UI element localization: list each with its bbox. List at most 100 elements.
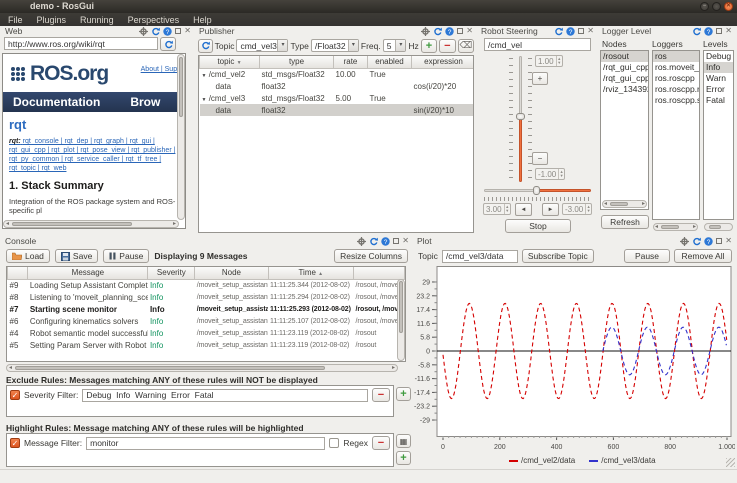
col-topics[interactable] xyxy=(354,267,405,279)
float-icon[interactable] xyxy=(716,28,722,34)
remove-publisher-button[interactable]: − xyxy=(439,39,455,53)
angular-right-button[interactable]: ► xyxy=(542,203,559,216)
severity-filter-input[interactable] xyxy=(82,389,368,402)
reload-icon[interactable] xyxy=(692,27,701,36)
package-links[interactable]: rqt: rqt_console | rqt_dep | rqt_graph |… xyxy=(9,137,179,173)
dock-close-icon[interactable]: ✕ xyxy=(402,237,409,245)
table-row[interactable]: #5Setting Param Server with Robot Seman.… xyxy=(8,339,405,351)
list-item[interactable]: Error xyxy=(704,84,733,95)
console-vertical-scrollbar[interactable] xyxy=(397,279,405,361)
message-filter-input[interactable] xyxy=(86,437,325,450)
reload-icon[interactable] xyxy=(151,27,160,36)
linear-max-spinbox[interactable]: 1.00▲▼ xyxy=(535,55,563,67)
list-item[interactable]: Fatal xyxy=(704,95,733,106)
expander-icon[interactable]: ▼ xyxy=(202,97,207,103)
minimize-button[interactable]: − xyxy=(700,2,709,11)
dock-close-icon[interactable]: ✕ xyxy=(184,27,191,35)
col-node[interactable]: Node xyxy=(195,267,268,279)
plot-pause-button[interactable]: Pause xyxy=(624,249,670,263)
help-icon[interactable]: ? xyxy=(381,237,390,246)
list-item[interactable]: ros.roscpp.ro xyxy=(653,84,699,95)
reload-icon[interactable] xyxy=(554,27,563,36)
linear-increase-button[interactable]: + xyxy=(532,72,548,85)
remove-exclude-rule-button[interactable]: − xyxy=(372,388,390,402)
float-icon[interactable] xyxy=(578,28,584,34)
list-item[interactable]: /rqt_gui_cpp_ xyxy=(601,73,648,84)
freq-combo[interactable]: 5▾ xyxy=(383,39,407,52)
help-icon[interactable]: ? xyxy=(445,27,454,36)
web-horizontal-scrollbar[interactable]: ◂▸ xyxy=(3,220,179,228)
linear-decrease-button[interactable]: − xyxy=(532,152,548,165)
help-icon[interactable]: ? xyxy=(566,27,575,36)
ros-header-links[interactable]: About | Supp xyxy=(141,66,181,73)
list-item[interactable]: Warn xyxy=(704,73,733,84)
console-horizontal-scrollbar[interactable]: ◂▸ xyxy=(6,364,398,372)
col-num[interactable] xyxy=(8,267,28,279)
dock-close-icon[interactable]: ✕ xyxy=(587,27,594,35)
refresh-button[interactable]: Refresh xyxy=(601,215,649,229)
angular-right-spinbox[interactable]: -3.00▲▼ xyxy=(562,203,592,215)
plot-topic-input[interactable] xyxy=(442,250,518,263)
settings-icon[interactable] xyxy=(680,237,689,246)
linear-min-spinbox[interactable]: -1.00▲▼ xyxy=(535,168,565,180)
table-row[interactable]: #8Listening to 'moveit_planning_scene'In… xyxy=(8,291,405,303)
angular-left-button[interactable]: ◄ xyxy=(515,203,532,216)
table-row[interactable]: #4Robot semantic model successfully load… xyxy=(8,327,405,339)
menu-plugins[interactable]: Plugins xyxy=(37,15,67,25)
col-expression[interactable]: expression xyxy=(412,56,475,68)
clear-button[interactable]: ⌫ xyxy=(458,39,474,53)
list-item[interactable]: ros.roscpp xyxy=(653,73,699,84)
type-combo[interactable]: /Float32▾ xyxy=(311,39,359,52)
list-item[interactable]: ros xyxy=(653,51,699,62)
table-row[interactable]: data float32sin(i/20)*10 xyxy=(200,104,475,116)
regex-checkbox[interactable] xyxy=(329,438,339,448)
list-item[interactable]: Debug xyxy=(704,51,733,62)
topic-combo[interactable]: cmd_vel3▾ xyxy=(236,39,288,52)
list-item[interactable]: Info xyxy=(704,62,733,73)
list-item[interactable]: /rqt_gui_cpp_ xyxy=(601,62,648,73)
url-reload-button[interactable] xyxy=(160,37,176,51)
message-filter-checkbox[interactable]: ✓ xyxy=(10,438,20,448)
float-icon[interactable] xyxy=(393,238,399,244)
angular-left-spinbox[interactable]: 3.00▲▼ xyxy=(483,203,511,215)
float-icon[interactable] xyxy=(175,28,181,34)
add-exclude-rule-button[interactable]: + xyxy=(396,387,411,401)
maximize-button[interactable] xyxy=(712,2,721,11)
list-item[interactable]: /rviz_134392 xyxy=(601,84,648,95)
col-rate[interactable]: rate xyxy=(334,56,368,68)
settings-icon[interactable] xyxy=(139,27,148,36)
table-row[interactable]: #9Loading Setup Assistant CompleteInfo/m… xyxy=(8,279,405,291)
table-row[interactable]: #7Starting scene monitorInfo/moveit_setu… xyxy=(8,303,405,315)
table-row[interactable]: ▼ /cmd_vel3 std_msgs/Float325.00True xyxy=(200,92,475,104)
menu-perspectives[interactable]: Perspectives xyxy=(128,15,180,25)
list-item[interactable]: ros.roscpp.su xyxy=(653,95,699,106)
menu-help[interactable]: Help xyxy=(193,15,212,25)
highlight-options-button[interactable]: ▦ xyxy=(396,434,411,448)
nav-documentation[interactable]: Documentation xyxy=(13,95,100,109)
levels-horizontal-scrollbar[interactable] xyxy=(704,223,733,231)
remove-all-button[interactable]: Remove All xyxy=(674,249,732,263)
resize-grip[interactable] xyxy=(726,458,735,467)
dock-close-icon[interactable]: ✕ xyxy=(725,237,732,245)
table-row[interactable]: data float32cos(i/20)*20 xyxy=(200,80,475,92)
save-button[interactable]: Save xyxy=(55,249,98,263)
web-vertical-scrollbar[interactable] xyxy=(177,54,185,220)
nodes-horizontal-scrollbar[interactable]: ◂▸ xyxy=(602,200,647,208)
float-icon[interactable] xyxy=(457,28,463,34)
list-item[interactable]: /rosout xyxy=(601,51,648,62)
col-enabled[interactable]: enabled xyxy=(368,56,412,68)
col-message[interactable]: Message xyxy=(28,267,148,279)
settings-icon[interactable] xyxy=(357,237,366,246)
linear-slider-handle[interactable] xyxy=(516,113,525,120)
dock-close-icon[interactable]: ✕ xyxy=(466,27,473,35)
load-button[interactable]: Load xyxy=(6,249,50,263)
severity-filter-checkbox[interactable]: ✓ xyxy=(10,390,20,400)
reload-icon[interactable] xyxy=(692,237,701,246)
loggers-horizontal-scrollbar[interactable]: ◂▸ xyxy=(653,223,698,231)
menu-running[interactable]: Running xyxy=(80,15,114,25)
add-publisher-button[interactable]: + xyxy=(421,39,437,53)
float-icon[interactable] xyxy=(716,238,722,244)
stop-button[interactable]: Stop xyxy=(505,219,571,233)
pause-button[interactable]: Pause xyxy=(103,249,149,263)
help-icon[interactable]: ? xyxy=(704,27,713,36)
